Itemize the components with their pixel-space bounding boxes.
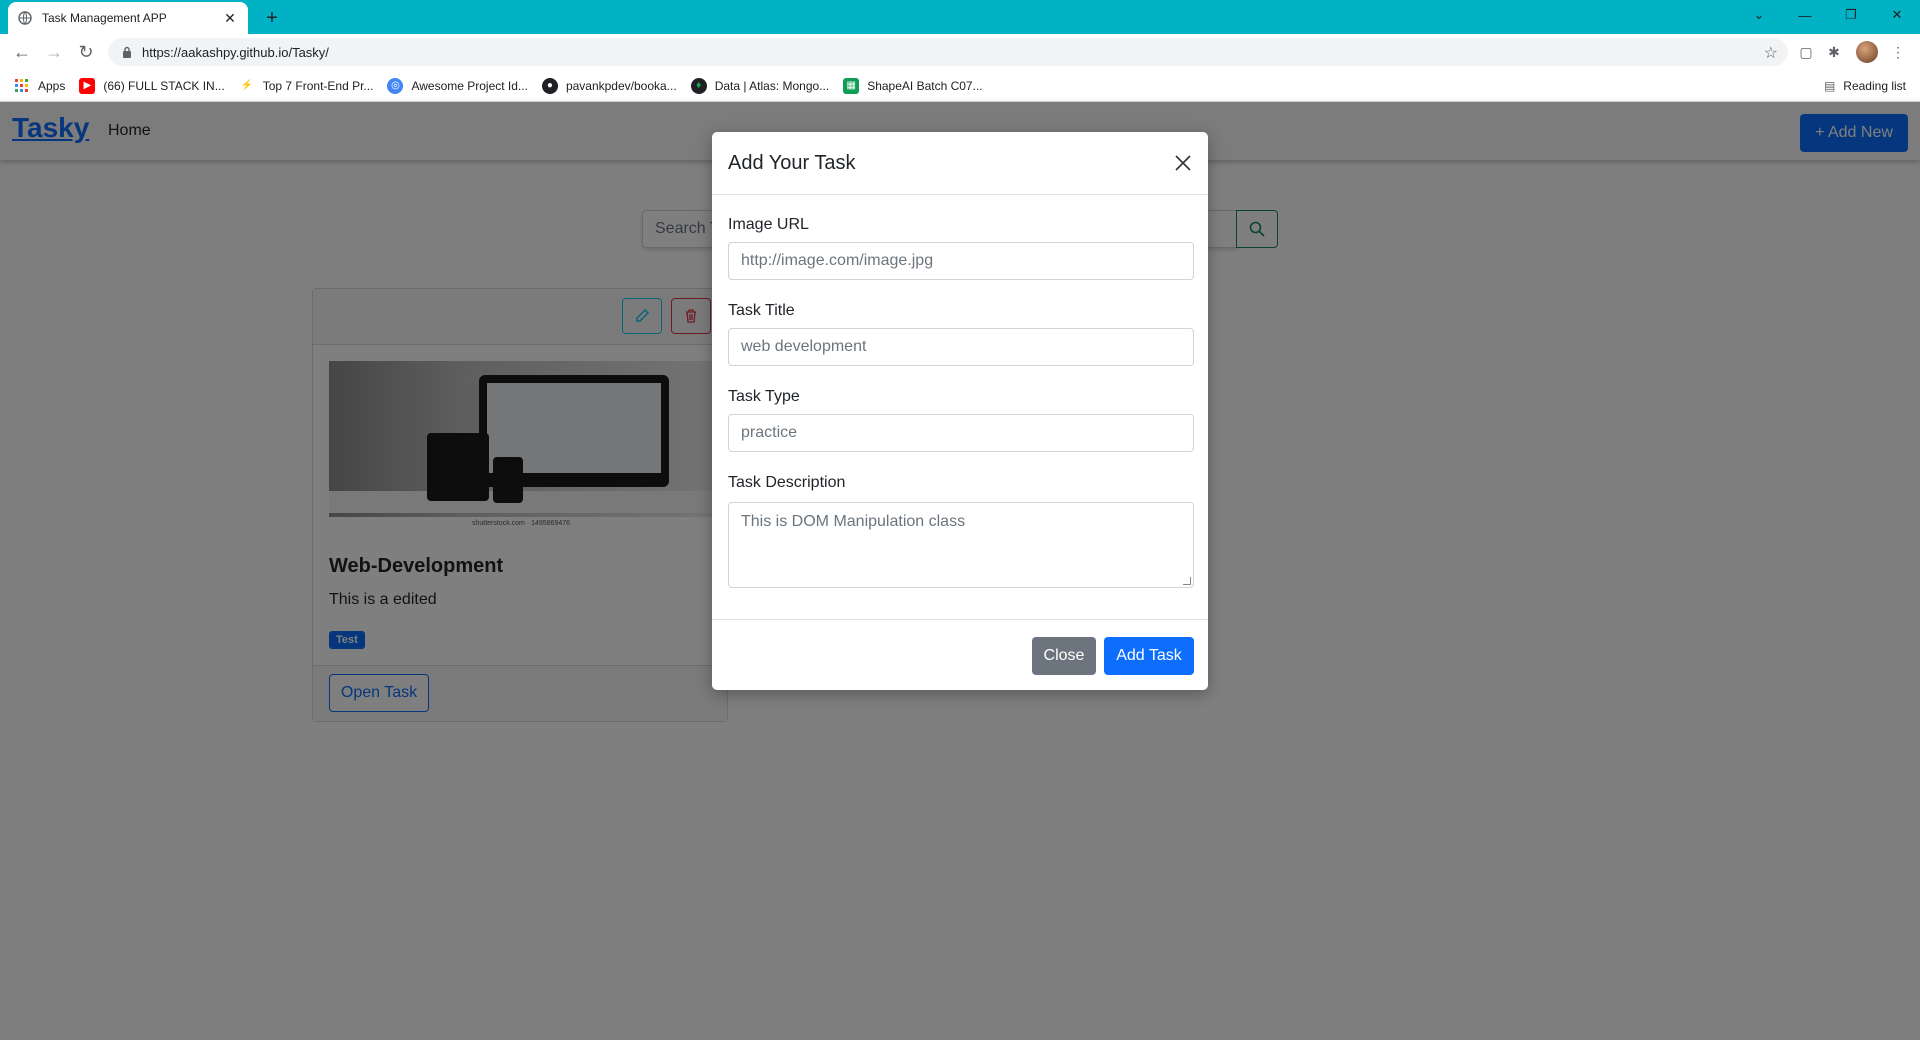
globe-icon: ◎ [387,77,404,94]
bookmark-label: (66) FULL STACK IN... [103,78,225,93]
bookmark-top-7[interactable]: ⚡ Top 7 Front-End Pr... [239,78,374,94]
bookmark-label: ShapeAI Batch C07... [867,78,983,93]
close-tab-icon[interactable]: ✕ [222,10,238,26]
resize-handle[interactable] [1183,577,1191,585]
bookmark-shapeai[interactable]: ▦ ShapeAI Batch C07... [843,77,983,94]
address-bar-row: ← → ↻ https://aakashpy.github.io/Tasky/ … [0,34,1920,70]
bookmarks-bar: Apps ▶ (66) FULL STACK IN... ⚡ Top 7 Fro… [0,70,1920,102]
lock-icon [123,46,131,58]
task-title-placeholder: web development [741,338,867,355]
restore-icon[interactable]: ❐ [1828,0,1874,30]
puzzle-icon[interactable]: ✱ [1824,42,1844,62]
youtube-icon: ▶ [79,77,96,94]
bookmark-label: Awesome Project Id... [411,78,528,93]
task-title-input[interactable]: web development [728,328,1194,366]
image-url-placeholder: http://image.com/image.jpg [741,252,934,269]
bookmark-full-stack[interactable]: ▶ (66) FULL STACK IN... [79,77,225,94]
globe-icon [18,11,32,25]
task-title-label: Task Title [728,302,795,319]
bookmark-awesome-project[interactable]: ◎ Awesome Project Id... [387,77,528,94]
back-icon[interactable]: ← [10,40,34,64]
page-viewport: Tasky Home + Add New Search T shuttersto… [0,102,1920,1040]
profile-avatar[interactable] [1856,41,1878,63]
apps-grid-icon [14,78,30,94]
browser-tab[interactable]: Task Management APP ✕ [8,2,248,34]
browser-tab-strip: Task Management APP ✕ + ⌄ — ❐ ✕ [0,0,1920,34]
close-button[interactable]: Close [1032,637,1096,675]
reload-icon[interactable]: ↻ [74,40,98,64]
minimize-icon[interactable]: — [1782,0,1828,30]
new-tab-icon[interactable]: + [260,6,284,30]
menu-kebab-icon[interactable]: ⋮ [1888,42,1908,62]
image-url-label: Image URL [728,216,809,233]
add-task-modal: Add Your Task Image URL http://image.com… [712,132,1208,690]
close-icon[interactable] [1172,152,1194,174]
tab-search-icon[interactable]: ⌄ [1736,0,1782,30]
close-window-icon[interactable]: ✕ [1874,0,1920,30]
task-description-textarea[interactable]: This is DOM Manipulation class [728,502,1194,588]
tab-title: Task Management APP [42,11,167,25]
task-type-input[interactable]: practice [728,414,1194,452]
reading-list-icon: ▤ [1823,79,1836,93]
bookmark-apps[interactable]: Apps [14,78,65,94]
bookmark-github[interactable]: ● pavankpdev/booka... [541,77,677,94]
modal-footer: Close Add Task [712,619,1208,690]
mongodb-icon: ♦ [690,77,707,94]
extension-icon[interactable]: ▢ [1796,42,1816,62]
bookmark-label: Apps [38,78,66,93]
github-icon: ● [541,77,558,94]
sheets-icon: ▦ [843,77,860,94]
task-description-label: Task Description [728,474,846,491]
task-type-placeholder: practice [741,424,798,441]
bookmark-star-icon[interactable]: ☆ [1764,43,1778,63]
bookmark-label: Top 7 Front-End Pr... [262,78,374,93]
forward-icon[interactable]: → [42,40,66,64]
task-type-label: Task Type [728,388,800,405]
window-controls: ⌄ — ❐ ✕ [1736,0,1920,34]
bookmark-label: Data | Atlas: Mongo... [714,78,830,93]
task-description-placeholder: This is DOM Manipulation class [741,513,966,530]
modal-title: Add Your Task [728,152,856,174]
url-text: https://aakashpy.github.io/Tasky/ [142,44,329,60]
reading-list-label: Reading list [1843,79,1906,93]
bookmark-mongodb[interactable]: ♦ Data | Atlas: Mongo... [690,77,830,94]
bookmark-label: pavankpdev/booka... [565,78,677,93]
add-task-button[interactable]: Add Task [1104,637,1194,675]
reading-list[interactable]: ▤ Reading list [1824,70,1906,102]
bookmark-icon: ⚡ [240,80,253,91]
modal-header: Add Your Task [712,132,1208,195]
url-bar[interactable]: https://aakashpy.github.io/Tasky/ ☆ [108,38,1788,66]
image-url-input[interactable]: http://image.com/image.jpg [728,242,1194,280]
